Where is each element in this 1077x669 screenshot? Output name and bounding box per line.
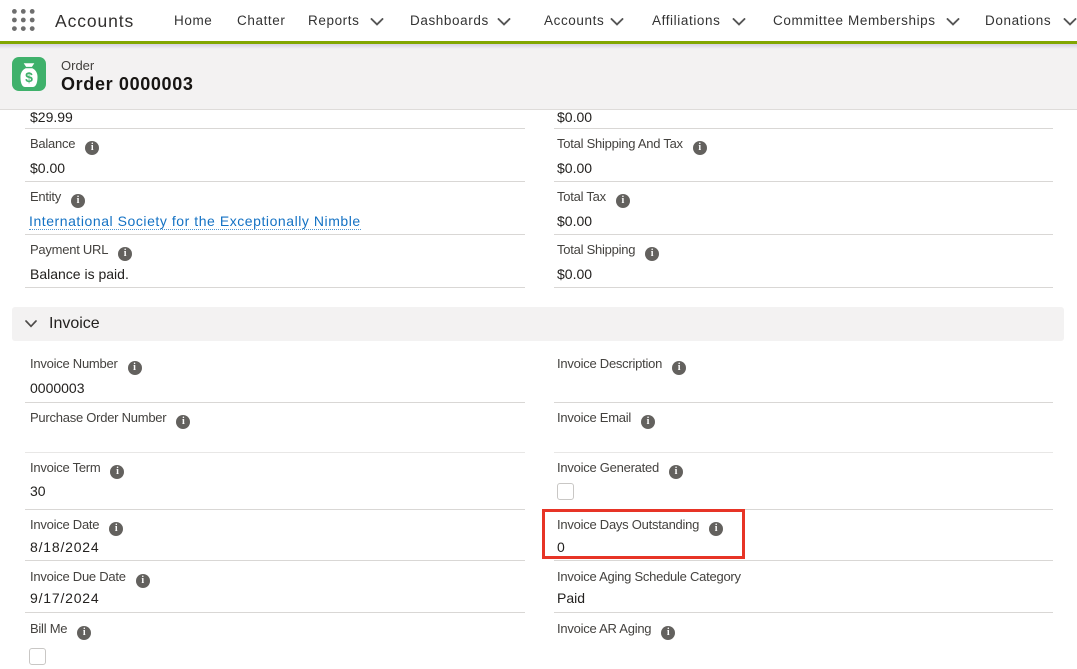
svg-text:$: $: [25, 69, 33, 85]
